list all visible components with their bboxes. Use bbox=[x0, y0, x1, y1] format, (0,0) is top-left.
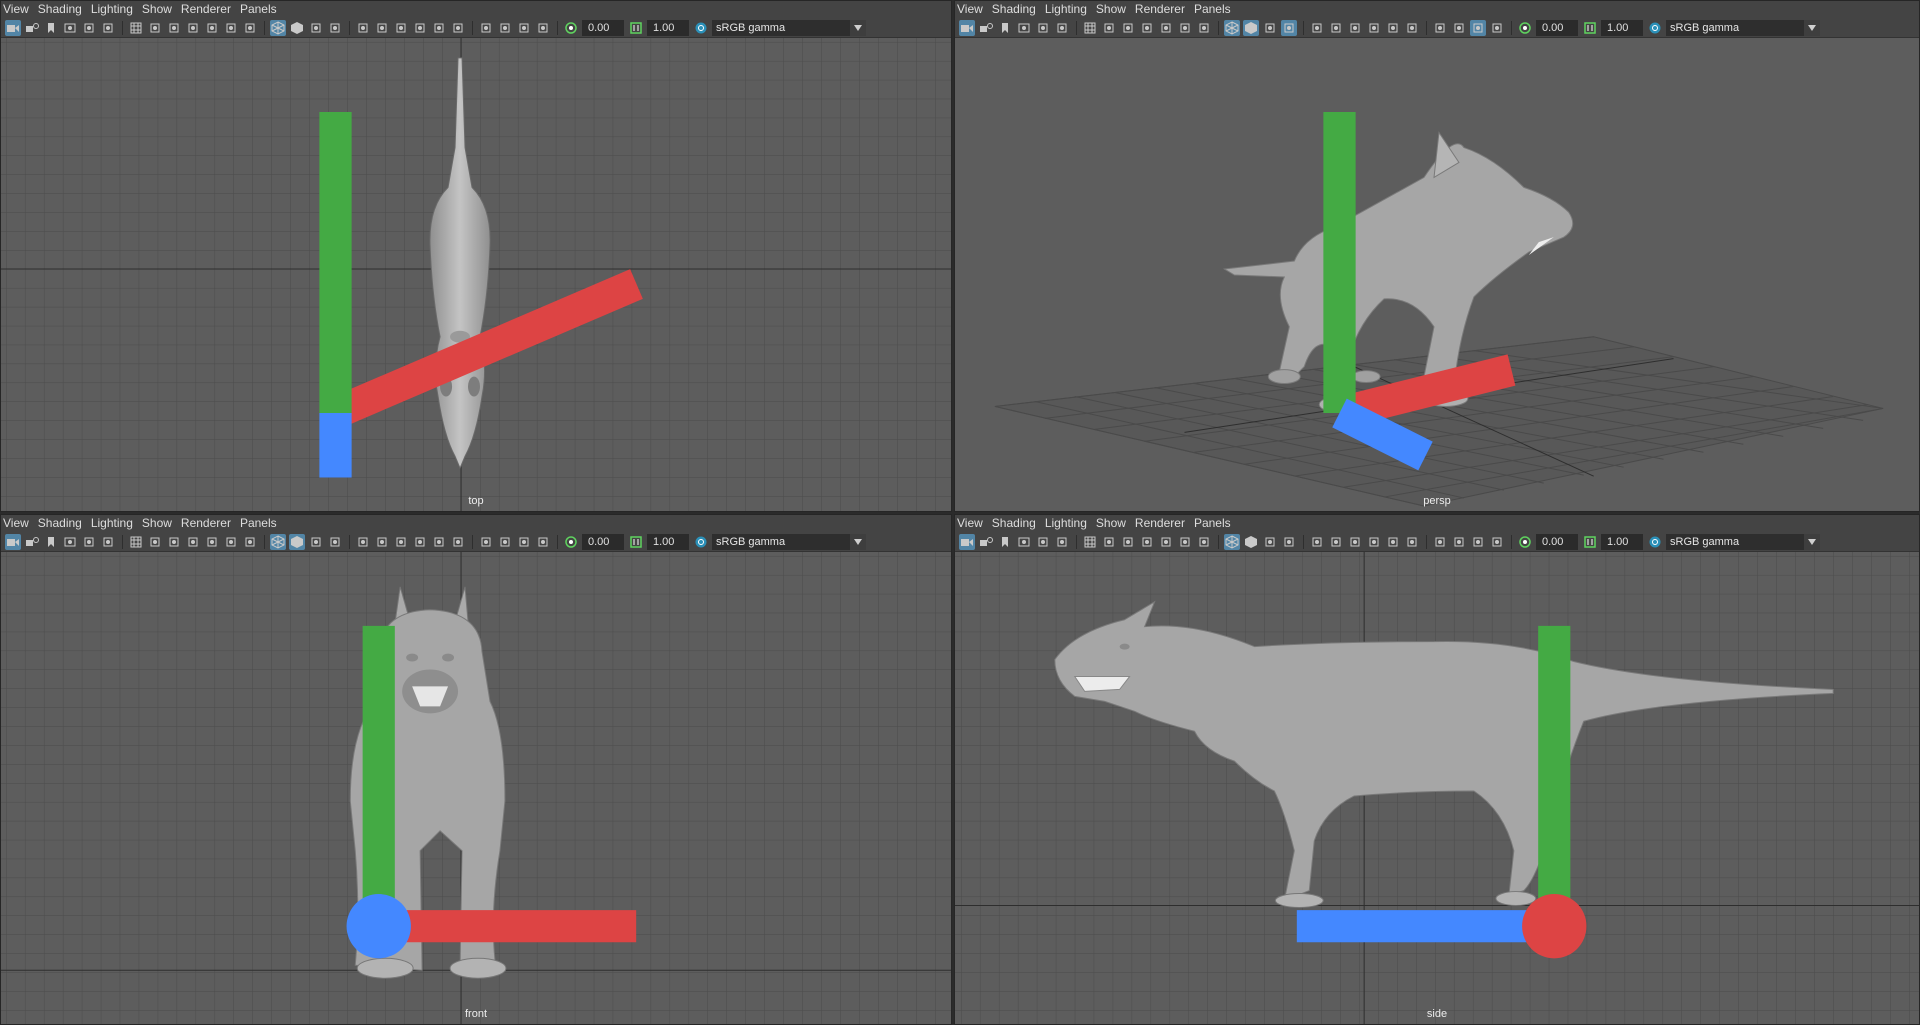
menu-view[interactable]: View bbox=[3, 515, 38, 532]
viewport-canvas[interactable]: front bbox=[1, 552, 951, 1024]
camera-name-label: persp bbox=[1423, 495, 1451, 507]
panel-menubar: View Shading Lighting Show Renderer Pane… bbox=[1, 1, 951, 18]
menu-lighting[interactable]: Lighting bbox=[91, 1, 142, 18]
viewport-canvas[interactable]: side bbox=[955, 552, 1919, 1024]
camera-name-label: front bbox=[464, 1008, 487, 1020]
menu-renderer[interactable]: Renderer bbox=[181, 515, 240, 532]
menu-shading[interactable]: Shading bbox=[38, 515, 91, 532]
menu-shading[interactable]: Shading bbox=[992, 1, 1045, 18]
menu-panels[interactable]: Panels bbox=[240, 1, 286, 18]
camera-name-label: side bbox=[1426, 1008, 1448, 1020]
viewport-front[interactable]: View Shading Lighting Show Renderer Pane… bbox=[0, 514, 952, 1025]
view-axis-icon bbox=[346, 625, 637, 959]
menu-show[interactable]: Show bbox=[1096, 1, 1135, 18]
menu-renderer[interactable]: Renderer bbox=[1135, 515, 1194, 532]
menu-shading[interactable]: Shading bbox=[992, 515, 1045, 532]
viewport-top[interactable]: View Shading Lighting Show Renderer Pane… bbox=[0, 0, 952, 512]
menu-show[interactable]: Show bbox=[1096, 515, 1135, 532]
menu-lighting[interactable]: Lighting bbox=[1045, 515, 1096, 532]
menu-renderer[interactable]: Renderer bbox=[1135, 1, 1194, 18]
panel-menubar: View Shading Lighting Show Renderer Pane… bbox=[1, 515, 951, 532]
menu-panels[interactable]: Panels bbox=[240, 515, 286, 532]
menu-panels[interactable]: Panels bbox=[1194, 515, 1240, 532]
viewport-canvas[interactable]: top bbox=[1, 38, 951, 511]
menu-view[interactable]: View bbox=[957, 515, 992, 532]
menu-view[interactable]: View bbox=[957, 1, 992, 18]
panel-menubar: View Shading Lighting Show Renderer Pane… bbox=[955, 515, 1919, 532]
viewport-persp[interactable]: View Shading Lighting Show Renderer Pane… bbox=[954, 0, 1920, 512]
menu-show[interactable]: Show bbox=[142, 1, 181, 18]
four-view-layout: View Shading Lighting Show Renderer Pane… bbox=[0, 0, 1920, 1025]
menu-show[interactable]: Show bbox=[142, 515, 181, 532]
view-axis-icon bbox=[1296, 625, 1587, 959]
menu-lighting[interactable]: Lighting bbox=[91, 515, 142, 532]
view-axis-icon bbox=[1323, 112, 1516, 471]
panel-menubar: View Shading Lighting Show Renderer Pane… bbox=[955, 1, 1919, 18]
menu-lighting[interactable]: Lighting bbox=[1045, 1, 1096, 18]
camera-name-label: top bbox=[468, 495, 484, 507]
menu-shading[interactable]: Shading bbox=[38, 1, 91, 18]
viewport-canvas[interactable]: persp bbox=[955, 38, 1919, 511]
view-axis-icon bbox=[319, 112, 643, 478]
menu-panels[interactable]: Panels bbox=[1194, 1, 1240, 18]
menu-view[interactable]: View bbox=[3, 1, 38, 18]
menu-renderer[interactable]: Renderer bbox=[181, 1, 240, 18]
viewport-side[interactable]: View Shading Lighting Show Renderer Pane… bbox=[954, 514, 1920, 1025]
